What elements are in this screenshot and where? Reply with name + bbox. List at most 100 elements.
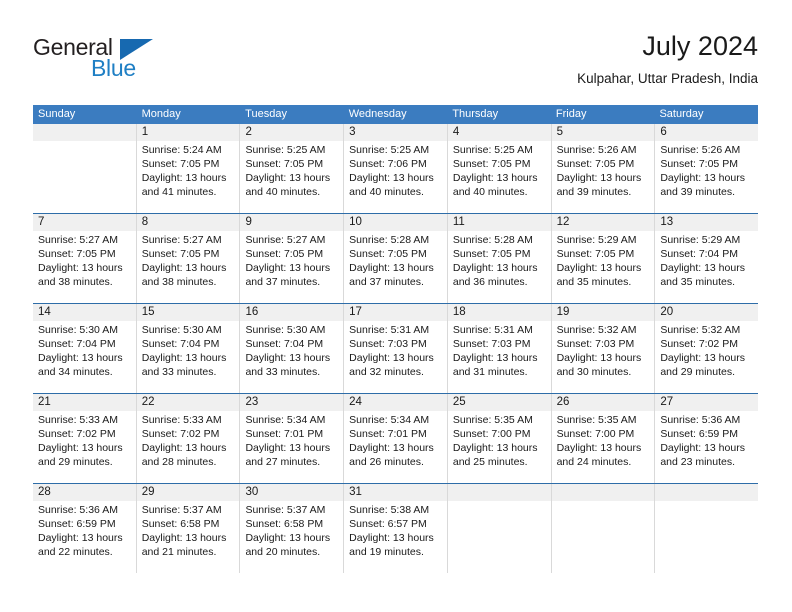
day-daylight-1-text: Daylight: 13 hours [245, 442, 331, 454]
day-number[interactable]: 29 [135, 484, 240, 501]
day-number[interactable]: 15 [135, 304, 240, 321]
day-cell[interactable]: Sunrise: 5:26 AM Sunset: 7:05 PM Daylight:… [550, 141, 655, 213]
day-sunset-text: Sunset: 7:05 PM [141, 158, 220, 170]
day-sunset-text: Sunset: 7:05 PM [660, 158, 738, 170]
weekday-header-sunday: Sunday [38, 108, 76, 120]
day-number[interactable]: 11 [446, 214, 551, 231]
day-number[interactable]: 13 [654, 214, 758, 231]
day-number[interactable]: 6 [654, 124, 758, 141]
day-number[interactable]: 3 [343, 124, 447, 141]
day-number[interactable]: 12 [550, 214, 655, 231]
day-cell[interactable]: Sunrise: 5:37 AM Sunset: 6:58 PM Daylight:… [239, 501, 343, 573]
day-cell[interactable]: Sunrise: 5:33 AM Sunset: 7:02 PM Daylight:… [33, 411, 136, 483]
day-daylight-2-text: and 23 minutes. [660, 456, 736, 468]
day-cell[interactable]: Sunrise: 5:38 AM Sunset: 6:57 PM Daylight:… [343, 501, 447, 573]
day-sunrise-text: Sunrise: 5:28 AM [349, 234, 430, 246]
day-cell[interactable]: Sunrise: 5:37 AM Sunset: 6:58 PM Daylight:… [135, 501, 240, 573]
day-number-band: 7 8 9 10 11 12 13 [33, 214, 758, 231]
day-number[interactable]: 4 [446, 124, 551, 141]
day-cell[interactable]: Sunrise: 5:29 AM Sunset: 7:04 PM Daylight:… [654, 231, 758, 303]
day-cell[interactable]: Sunrise: 5:28 AM Sunset: 7:05 PM Daylight:… [446, 231, 551, 303]
day-cell[interactable]: Sunrise: 5:32 AM Sunset: 7:03 PM Daylight:… [550, 321, 655, 393]
calendar-weeks: 1 2 3 4 5 6 Sunrise: 5:24 AM Sunset: 7:05 PM Day… [33, 124, 758, 573]
day-number[interactable]: 9 [239, 214, 343, 231]
day-number[interactable]: 23 [239, 394, 343, 411]
day-daylight-2-text: and 29 minutes. [38, 456, 113, 468]
day-number[interactable]: 14 [33, 304, 136, 321]
day-number[interactable]: 18 [446, 304, 551, 321]
day-daylight-1-text: Daylight: 13 hours [38, 262, 123, 274]
day-cell[interactable]: Sunrise: 5:36 AM Sunset: 6:59 PM Daylight:… [33, 501, 136, 573]
day-cell[interactable]: Sunrise: 5:29 AM Sunset: 7:05 PM Daylight:… [550, 231, 655, 303]
day-number[interactable]: 7 [33, 214, 136, 231]
day-cell[interactable]: Sunrise: 5:26 AM Sunset: 7:05 PM Daylight:… [654, 141, 758, 213]
day-cell[interactable]: Sunrise: 5:34 AM Sunset: 7:01 PM Daylight:… [343, 411, 447, 483]
day-number[interactable]: 26 [550, 394, 655, 411]
day-cell[interactable]: Sunrise: 5:24 AM Sunset: 7:05 PM Daylight:… [135, 141, 240, 213]
day-daylight-1-text: Daylight: 13 hours [349, 442, 434, 454]
day-sunset-text: Sunset: 7:01 PM [349, 428, 427, 440]
calendar-week-row: 1 2 3 4 5 6 Sunrise: 5:24 AM Sunset: 7:05 PM Day… [33, 124, 758, 213]
day-number[interactable]: 22 [135, 394, 240, 411]
day-sunrise-text: Sunrise: 5:32 AM [660, 324, 741, 336]
day-number[interactable]: 2 [239, 124, 343, 141]
day-cell[interactable]: Sunrise: 5:36 AM Sunset: 6:59 PM Daylight:… [654, 411, 758, 483]
weekday-header-wednesday: Wednesday [348, 108, 407, 120]
day-number[interactable]: 24 [343, 394, 447, 411]
day-cell[interactable]: Sunrise: 5:30 AM Sunset: 7:04 PM Daylight:… [33, 321, 136, 393]
day-number[interactable]: 28 [33, 484, 136, 501]
day-cell-empty [446, 501, 551, 573]
day-sunrise-text: Sunrise: 5:37 AM [245, 504, 326, 516]
day-sunset-text: Sunset: 7:05 PM [452, 158, 531, 170]
day-number[interactable]: 21 [33, 394, 136, 411]
day-number[interactable]: 20 [654, 304, 758, 321]
day-sunset-text: Sunset: 7:05 PM [556, 158, 635, 170]
day-daylight-2-text: and 38 minutes. [38, 276, 113, 288]
day-cell[interactable]: Sunrise: 5:32 AM Sunset: 7:02 PM Daylight:… [654, 321, 758, 393]
day-sunrise-text: Sunrise: 5:35 AM [452, 414, 533, 426]
day-daylight-1-text: Daylight: 13 hours [349, 172, 434, 184]
day-cell[interactable]: Sunrise: 5:25 AM Sunset: 7:05 PM Daylight:… [239, 141, 343, 213]
day-daylight-1-text: Daylight: 13 hours [349, 532, 434, 544]
day-cell[interactable]: Sunrise: 5:33 AM Sunset: 7:02 PM Daylight:… [135, 411, 240, 483]
general-blue-logo[interactable]: General Blue [33, 34, 163, 86]
day-sunrise-text: Sunrise: 5:25 AM [245, 144, 326, 156]
day-cell[interactable]: Sunrise: 5:30 AM Sunset: 7:04 PM Daylight:… [135, 321, 240, 393]
day-cell[interactable]: Sunrise: 5:27 AM Sunset: 7:05 PM Daylight:… [33, 231, 136, 303]
day-sunset-text: Sunset: 7:05 PM [245, 248, 324, 260]
day-detail-band: Sunrise: 5:30 AM Sunset: 7:04 PM Daylight:… [33, 321, 758, 393]
day-cell[interactable]: Sunrise: 5:34 AM Sunset: 7:01 PM Daylight:… [239, 411, 343, 483]
day-cell[interactable]: Sunrise: 5:31 AM Sunset: 7:03 PM Daylight:… [446, 321, 551, 393]
day-number[interactable]: 16 [239, 304, 343, 321]
day-daylight-2-text: and 24 minutes. [556, 456, 632, 468]
day-cell[interactable]: Sunrise: 5:27 AM Sunset: 7:05 PM Daylight:… [135, 231, 240, 303]
day-number[interactable]: 10 [343, 214, 447, 231]
day-number[interactable]: 1 [135, 124, 240, 141]
day-cell[interactable]: Sunrise: 5:35 AM Sunset: 7:00 PM Daylight:… [446, 411, 551, 483]
day-number[interactable]: 30 [239, 484, 343, 501]
day-daylight-2-text: and 40 minutes. [452, 186, 528, 198]
day-sunrise-text: Sunrise: 5:27 AM [245, 234, 326, 246]
day-cell[interactable]: Sunrise: 5:27 AM Sunset: 7:05 PM Daylight:… [239, 231, 343, 303]
day-cell[interactable]: Sunrise: 5:31 AM Sunset: 7:03 PM Daylight:… [343, 321, 447, 393]
day-sunrise-text: Sunrise: 5:34 AM [349, 414, 430, 426]
day-cell[interactable]: Sunrise: 5:35 AM Sunset: 7:00 PM Daylight:… [550, 411, 655, 483]
day-daylight-1-text: Daylight: 13 hours [38, 352, 123, 364]
day-number-empty [446, 484, 551, 501]
day-number[interactable]: 31 [343, 484, 447, 501]
day-number[interactable]: 19 [550, 304, 655, 321]
day-daylight-1-text: Daylight: 13 hours [141, 352, 227, 364]
day-number[interactable]: 5 [550, 124, 655, 141]
calendar-week-row: 28 29 30 31 Sunrise: 5:36 AM Sunset: 6:59 PM D… [33, 483, 758, 573]
day-cell[interactable]: Sunrise: 5:28 AM Sunset: 7:05 PM Daylight:… [343, 231, 447, 303]
day-number[interactable]: 17 [343, 304, 447, 321]
day-sunset-text: Sunset: 7:02 PM [660, 338, 738, 350]
day-sunset-text: Sunset: 7:02 PM [141, 428, 220, 440]
day-cell[interactable]: Sunrise: 5:30 AM Sunset: 7:04 PM Daylight:… [239, 321, 343, 393]
day-number[interactable]: 25 [446, 394, 551, 411]
day-cell[interactable]: Sunrise: 5:25 AM Sunset: 7:05 PM Daylight:… [446, 141, 551, 213]
day-cell[interactable]: Sunrise: 5:25 AM Sunset: 7:06 PM Daylight:… [343, 141, 447, 213]
day-number-empty [550, 484, 655, 501]
day-number[interactable]: 27 [654, 394, 758, 411]
day-number[interactable]: 8 [135, 214, 240, 231]
